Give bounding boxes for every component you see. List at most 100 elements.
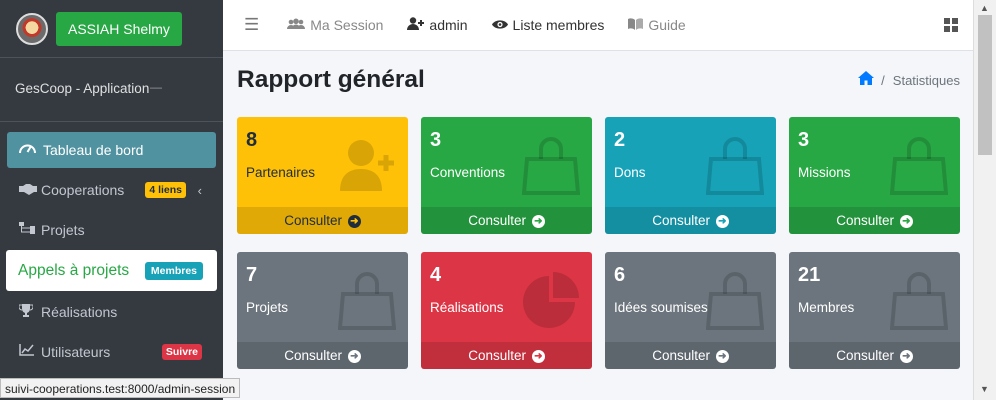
sidebar-item-cooperations[interactable]: Cooperations 4 liens ‹ <box>7 171 216 209</box>
suivre-badge: Suivre <box>161 343 202 360</box>
hamburger-menu-icon[interactable]: ☰ <box>244 15 259 35</box>
shopping-bag-icon <box>522 137 580 195</box>
arrow-circle-right-icon: ➜ <box>899 214 913 228</box>
consulter-link[interactable]: Consulter ➜ <box>237 207 408 234</box>
stat-box-idees-soumises: 6 Idées soumises Consulter ➜ <box>605 252 776 369</box>
nav-label: admin <box>429 17 468 33</box>
sidebar-item-dashboard[interactable]: Tableau de bord <box>7 132 216 168</box>
shopping-bag-icon <box>706 137 764 195</box>
eye-icon <box>491 18 508 33</box>
breadcrumb-separator: / <box>881 73 885 88</box>
user-plus-icon <box>407 17 425 33</box>
consulter-label: Consulter <box>836 213 894 228</box>
consulter-link[interactable]: Consulter ➜ <box>421 342 592 369</box>
sidebar: ASSIAH Shelmy GesCoop - Application — Ta… <box>0 0 223 400</box>
shopping-bag-icon <box>890 137 948 195</box>
nav-label: Ma Session <box>310 17 384 33</box>
stat-count: 21 <box>798 264 821 286</box>
consulter-link[interactable]: Consulter ➜ <box>605 342 776 369</box>
home-icon[interactable] <box>858 71 875 90</box>
users-icon <box>287 18 306 33</box>
sidebar-nav: Tableau de bord Cooperations 4 liens ‹ P… <box>0 122 223 371</box>
consulter-link[interactable]: Consulter ➜ <box>789 342 960 369</box>
grid-icon[interactable] <box>944 18 958 32</box>
arrow-circle-right-icon: ➜ <box>531 349 545 363</box>
stat-label: Partenaires <box>246 165 316 180</box>
consulter-link[interactable]: Consulter ➜ <box>605 207 776 234</box>
stat-label: Dons <box>614 165 646 180</box>
stat-count: 3 <box>430 129 442 151</box>
nav-label: Guide <box>648 17 686 33</box>
app-label: GesCoop - Application — <box>0 58 223 122</box>
nav-admin[interactable]: admin <box>407 17 468 33</box>
stat-box-dons: 2 Dons Consulter ➜ <box>605 117 776 234</box>
arrow-circle-right-icon: ➜ <box>531 214 545 228</box>
sidebar-item-label: Tableau de bord <box>43 142 144 158</box>
stat-label: Membres <box>798 300 855 315</box>
stat-count: 3 <box>798 129 810 151</box>
stat-count: 2 <box>614 129 626 151</box>
nav-ma-session[interactable]: Ma Session <box>287 17 383 33</box>
consulter-label: Consulter <box>284 213 342 228</box>
handshake-icon <box>19 183 39 198</box>
stat-label: Idées soumises <box>614 300 708 315</box>
stat-label: Projets <box>246 300 289 315</box>
stat-label: Missions <box>798 165 851 180</box>
sidebar-item-label: Cooperations <box>41 182 125 198</box>
shopping-bag-icon <box>706 272 764 330</box>
consulter-label: Consulter <box>468 348 526 363</box>
sidebar-item-label: Réalisations <box>41 304 118 320</box>
consulter-link[interactable]: Consulter ➜ <box>421 207 592 234</box>
sidebar-brand: ASSIAH Shelmy <box>0 0 223 58</box>
pie-chart-icon <box>523 272 579 328</box>
stat-box-realisations: 4 Réalisations Consulter ➜ <box>421 252 592 369</box>
dash-decoration: — <box>150 80 162 94</box>
stat-box-partenaires: 8 Partenaires Consulter ➜ <box>237 117 408 234</box>
sidebar-item-realisations[interactable]: Réalisations <box>7 293 216 331</box>
sidebar-item-projets[interactable]: Projets <box>7 211 216 249</box>
cooperations-badge: 4 liens <box>145 182 186 198</box>
brand-logo[interactable] <box>16 12 48 45</box>
stat-label: Conventions <box>430 165 506 180</box>
stat-count: 4 <box>430 264 442 286</box>
sidebar-item-label: Projets <box>41 221 85 238</box>
stat-box-projets: 7 Projets Consulter ➜ <box>237 252 408 369</box>
scrollbar-thumb[interactable] <box>978 15 992 155</box>
members-badge: Membres <box>144 261 203 280</box>
arrow-circle-right-icon: ➜ <box>715 349 729 363</box>
stat-count: 7 <box>246 264 258 286</box>
stat-count: 8 <box>246 129 258 151</box>
nav-label: Liste membres <box>512 17 605 33</box>
sidebar-item-label: Appels à projets <box>18 261 130 279</box>
consulter-link[interactable]: Consulter ➜ <box>789 207 960 234</box>
vertical-scrollbar[interactable]: ▲ ▼ <box>973 0 996 400</box>
user-plus-icon <box>340 140 394 191</box>
top-navbar: ☰ Ma Session admin Liste membres Guide <box>223 0 973 51</box>
scroll-up-icon[interactable]: ▲ <box>980 3 989 13</box>
user-button[interactable]: ASSIAH Shelmy <box>56 11 182 46</box>
consulter-label: Consulter <box>284 348 342 363</box>
stat-box-membres: 21 Membres Consulter ➜ <box>789 252 960 369</box>
book-icon <box>628 17 644 33</box>
breadcrumb: / Statistiques <box>858 71 960 90</box>
browser-status-url: suivi-cooperations.test:8000/admin-sessi… <box>0 378 241 398</box>
sidebar-item-appels-projets[interactable]: Appels à projets Membres <box>6 250 217 291</box>
trophy-icon <box>18 304 39 320</box>
sidebar-item-utilisateurs[interactable]: Utilisateurs Suivre <box>7 333 216 371</box>
consulter-link[interactable]: Consulter ➜ <box>237 342 408 369</box>
stat-label: Réalisations <box>430 300 504 315</box>
stat-box-missions: 3 Missions Consulter ➜ <box>789 117 960 234</box>
page-title: Rapport général <box>237 66 425 93</box>
scroll-down-icon[interactable]: ▼ <box>980 384 989 394</box>
consulter-label: Consulter <box>652 348 710 363</box>
tachometer-icon <box>19 140 39 160</box>
consulter-label: Consulter <box>836 348 894 363</box>
consulter-label: Consulter <box>652 213 710 228</box>
stat-count: 6 <box>614 264 626 286</box>
nav-liste-membres[interactable]: Liste membres <box>491 17 605 33</box>
chart-line-icon <box>19 344 39 359</box>
shopping-bag-icon <box>338 272 396 330</box>
stat-box-conventions: 3 Conventions Consulter ➜ <box>421 117 592 234</box>
nav-guide[interactable]: Guide <box>628 17 686 33</box>
sitemap-icon <box>19 222 39 237</box>
